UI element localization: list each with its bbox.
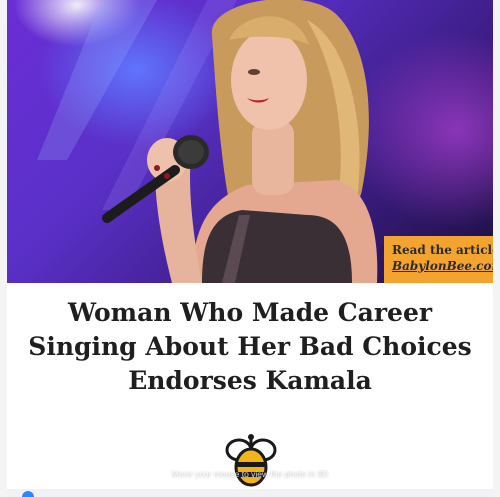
- headline-line-1: Woman Who Made Career: [67, 298, 433, 327]
- headline-line-3: Endorses Kamala: [128, 366, 372, 395]
- post-headline: Woman Who Made Career Singing About Her …: [7, 296, 493, 398]
- read-article-badge[interactable]: Read the article BabylonBee.com: [384, 236, 493, 283]
- view-in-3d-hint: Move your mouse to view the photo in 3D: [171, 469, 329, 479]
- reaction-icon[interactable]: [22, 491, 34, 497]
- headline-line-2: Singing About Her Bad Choices: [28, 332, 472, 361]
- babylonbee-link[interactable]: BabylonBee.com: [392, 258, 493, 274]
- bee-logo-icon: [223, 434, 279, 488]
- post-photo[interactable]: Read the article BabylonBee.com: [7, 0, 493, 283]
- read-article-label: Read the article: [392, 243, 493, 257]
- post-card[interactable]: Read the article BabylonBee.com Woman Wh…: [7, 0, 493, 497]
- post-footer-strip: [7, 489, 493, 497]
